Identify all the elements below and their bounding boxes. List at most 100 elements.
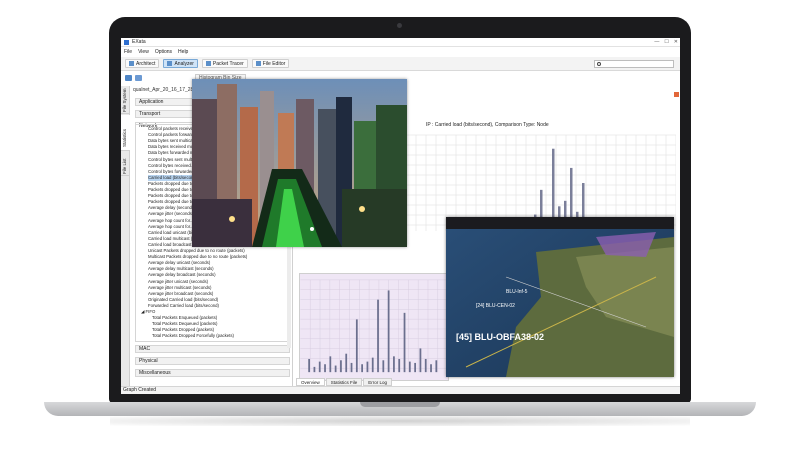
open-folder-icon[interactable]	[125, 75, 132, 81]
stat-tree-item[interactable]: Total Packets Enqueued (packets)	[152, 315, 217, 321]
stat-tree-item[interactable]: Average hop count for...	[148, 218, 194, 224]
stat-tree-item[interactable]: Control bytes forwarded...	[148, 169, 197, 175]
window-controls: — ☐ ✕	[654, 39, 678, 45]
file-editor-label: File Editor	[262, 60, 286, 67]
terrain-map-photo: [45] BLU-OBFA38-02 [24] BLU-CEN-02 BLU-I…	[446, 217, 674, 377]
tab-overview[interactable]: Overview	[296, 378, 325, 386]
bar	[398, 358, 401, 373]
stat-tree-item[interactable]: Total Packets Dequeued (packets)	[152, 321, 217, 327]
stat-tree-item[interactable]: Total Packets Dropped (packets)	[152, 327, 214, 333]
search-input[interactable]	[594, 60, 674, 68]
map-unit-label-2: [24] BLU-CEN-02	[476, 303, 515, 309]
bar	[419, 348, 422, 373]
packet-tracer-label: Packet Tracer	[212, 60, 244, 67]
stat-tree-item[interactable]: Average delay (seconds)	[148, 205, 195, 211]
stat-tree-item[interactable]: Average hop count for...	[148, 224, 194, 230]
laptop-shadow	[110, 416, 690, 426]
bar	[435, 360, 438, 373]
architect-button[interactable]: Architect	[125, 59, 160, 68]
bar	[329, 356, 332, 373]
stat-tree-item[interactable]: Originated Carried load (bits/second)	[148, 297, 218, 303]
packet-tracer-button[interactable]: Packet Tracer	[201, 59, 248, 68]
window-title: EXata	[132, 39, 146, 45]
stat-tree-item[interactable]: Control bytes received...	[148, 163, 194, 169]
maximize-button[interactable]: ☐	[664, 39, 668, 45]
save-icon[interactable]	[135, 75, 142, 81]
architect-label: Architect	[136, 60, 156, 67]
chart-title: IP : Carried load (bits/second), Compari…	[426, 122, 549, 128]
tab-statistics[interactable]: Statistics	[121, 115, 130, 151]
bar	[345, 353, 348, 373]
bar	[377, 299, 379, 373]
section-miscellaneous[interactable]: Miscellaneous	[135, 369, 290, 377]
stat-tree-item[interactable]: Forwarded Carried load (bits/second)	[148, 303, 219, 309]
bar	[355, 319, 358, 373]
bar	[350, 362, 353, 373]
menu-view[interactable]: View	[138, 49, 149, 55]
tab-file-system-label: File System	[122, 88, 127, 112]
overview-chart	[299, 273, 449, 381]
stat-tree-item[interactable]: Average delay multicast (seconds)	[148, 266, 214, 272]
stat-tree-item[interactable]: Total Packets Dropped Forcefully (packet…	[152, 333, 234, 339]
bottom-tab-bar: Overview Statistics File Error Log	[296, 378, 393, 386]
minimize-button[interactable]: —	[654, 39, 659, 45]
packet-tracer-icon	[205, 61, 211, 66]
terrain-map-image	[446, 217, 674, 377]
bar	[408, 361, 411, 373]
tab-error-log[interactable]: Error Log	[363, 378, 393, 386]
stat-tree-item[interactable]: Unicast Packets dropped due to no route …	[148, 248, 245, 254]
bar	[403, 312, 406, 373]
file-editor-button[interactable]: File Editor	[251, 59, 290, 68]
bar	[340, 360, 342, 373]
tab-file-list[interactable]: File List	[121, 152, 130, 176]
bar	[361, 364, 364, 373]
stat-tree-item[interactable]: Average jitter (seconds)	[148, 211, 193, 217]
stat-tree-item[interactable]: Average jitter unicast (seconds)	[148, 279, 208, 285]
bar	[318, 361, 321, 373]
architect-icon	[129, 61, 134, 66]
bar	[387, 290, 390, 373]
section-physical[interactable]: Physical	[135, 357, 290, 365]
stat-tree-item[interactable]: Carried load (bits/second)	[148, 174, 198, 181]
bar	[334, 365, 337, 373]
bar	[382, 360, 385, 373]
stat-tree-item[interactable]: Packets dropped due to...	[148, 199, 197, 205]
stat-tree-item[interactable]: Average jitter multicast (seconds)	[148, 285, 211, 291]
analyzer-button[interactable]: Analyzer	[163, 59, 198, 68]
camera	[397, 23, 402, 28]
bar	[371, 357, 374, 373]
bar	[324, 364, 326, 373]
menu-options[interactable]: Options	[155, 49, 172, 55]
tab-file-system[interactable]: File System	[121, 86, 130, 114]
menu-bar: File View Options Help	[121, 48, 680, 56]
section-mac[interactable]: MAC	[135, 345, 290, 353]
search-icon	[597, 62, 601, 66]
city-skyline-image	[192, 79, 407, 247]
bar	[424, 358, 427, 373]
close-button[interactable]: ✕	[674, 39, 678, 45]
app-icon	[124, 39, 129, 45]
stat-tree-group-fifo[interactable]: ◢ FIFO	[141, 309, 155, 315]
stat-tree-item[interactable]: Multicast Packets dropped due to no rout…	[148, 254, 247, 260]
file-editor-icon	[255, 61, 261, 66]
bar	[393, 356, 395, 373]
bar	[414, 362, 417, 373]
tab-statistics-label: Statistics	[122, 128, 127, 147]
city-night-photo	[192, 79, 407, 247]
close-chart-icon[interactable]	[674, 92, 679, 97]
stat-tree-item[interactable]: Average jitter broadcast (seconds)	[148, 291, 213, 297]
side-tab-strip: File System Statistics File List	[121, 86, 130, 386]
stat-tree-item[interactable]: Average delay broadcast (seconds)	[148, 272, 216, 278]
menu-file[interactable]: File	[124, 49, 132, 55]
main-toolbar: Architect Analyzer Packet Tracer File Ed…	[121, 57, 680, 71]
bar	[366, 361, 369, 373]
menu-help[interactable]: Help	[178, 49, 188, 55]
map-unit-label-1: [45] BLU-OBFA38-02	[456, 332, 545, 342]
bar	[308, 358, 311, 373]
laptop-notch	[360, 402, 440, 407]
stat-tree-item[interactable]: Packets dropped due to...	[148, 193, 197, 199]
status-bar: Graph Created	[121, 386, 680, 394]
bar	[313, 366, 316, 373]
tab-statistics-file[interactable]: Statistics File	[325, 378, 363, 386]
stat-tree-item[interactable]: Average delay unicast (seconds)	[148, 260, 210, 266]
